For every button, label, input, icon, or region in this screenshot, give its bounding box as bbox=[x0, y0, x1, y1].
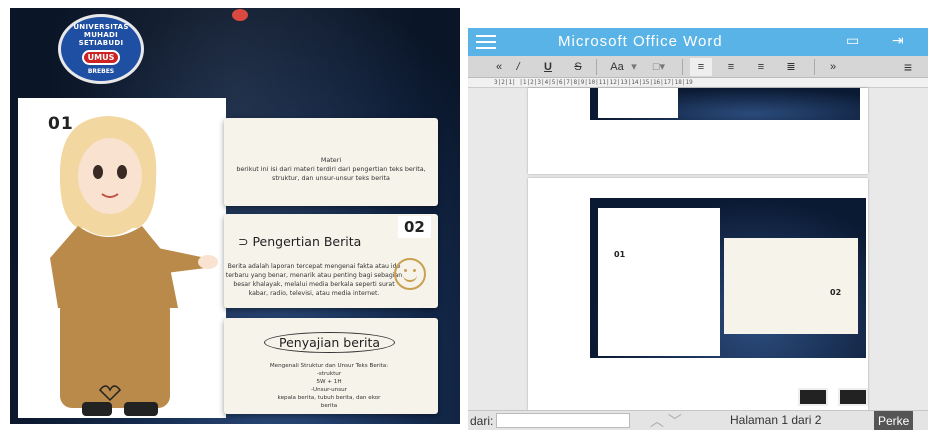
materi-card: Materi berikut ini isi dari materi terdi… bbox=[224, 118, 438, 206]
find-input[interactable] bbox=[496, 413, 630, 428]
penyajian-line: Mengenali Struktur dan Unsur Teks Berita… bbox=[269, 363, 389, 369]
logo-badge: UMUS bbox=[81, 50, 121, 65]
overflow-menu-icon[interactable]: ≡ bbox=[896, 58, 920, 76]
font-button[interactable]: Aa bbox=[606, 58, 628, 76]
find-label: dari: bbox=[470, 414, 494, 428]
underline-button[interactable]: U bbox=[540, 58, 556, 76]
logo-ring-text: UNIVERSITAS MUHADI SETIABUDI bbox=[73, 23, 129, 47]
nav-arrows-icon[interactable]: ︿ ﹀ bbox=[650, 411, 682, 430]
folder-icon[interactable] bbox=[798, 388, 828, 406]
word-app-window: Microsoft Office Word ▭ ⇥ « / U S Aa ▾ □… bbox=[468, 28, 928, 430]
app-title: Microsoft Office Word bbox=[558, 33, 723, 50]
app-title-bar: Microsoft Office Word ▭ ⇥ bbox=[468, 28, 928, 56]
mini-card bbox=[724, 238, 858, 334]
color-dropdown[interactable]: □▾ bbox=[644, 58, 674, 76]
justify-icon[interactable]: ≣ bbox=[780, 58, 802, 76]
menu-icon[interactable] bbox=[476, 35, 496, 49]
teacher-character-illustration bbox=[50, 116, 218, 416]
page-indicator: Halaman 1 dari 2 bbox=[730, 413, 822, 427]
toolbar-divider bbox=[814, 59, 815, 75]
exit-icon[interactable]: ⇥ bbox=[892, 33, 904, 49]
ruler[interactable]: 3|2|1| |1|2|3|4|5|6|7|8|9|10|11|12|13|14… bbox=[468, 78, 928, 88]
toolbar-divider bbox=[596, 59, 597, 75]
pengertian-title: ⊃ Pengertian Berita bbox=[238, 234, 362, 249]
materi-title: Materi bbox=[320, 156, 342, 164]
mail-icon[interactable] bbox=[838, 388, 868, 406]
screen-root: UNIVERSITAS MUHADI SETIABUDI UMUS BREBES… bbox=[0, 0, 928, 430]
page-1-image-panel bbox=[598, 88, 678, 118]
smiley-icon bbox=[394, 258, 426, 290]
penyajian-line: -Unsur-unsur bbox=[311, 387, 347, 393]
penyajian-title: Penyajian berita bbox=[264, 332, 396, 353]
mini-number-01: 01 bbox=[614, 250, 626, 259]
pengertian-title-text: Pengertian Berita bbox=[252, 234, 362, 249]
pengertian-text: Berita adalah laporan tercepat mengenai … bbox=[225, 263, 403, 297]
page-1-image[interactable] bbox=[590, 88, 860, 120]
penyajian-line: berita bbox=[320, 403, 338, 409]
font-dropdown-icon[interactable]: ▾ bbox=[628, 58, 640, 76]
strikethrough-button[interactable]: S bbox=[570, 58, 586, 76]
find-status-bar: dari: ︿ ﹀ Halaman 1 dari 2 Perke bbox=[468, 410, 928, 430]
page-2-image[interactable]: 01 02 bbox=[590, 198, 866, 358]
section-number-01: 01 bbox=[48, 114, 74, 134]
perke-button[interactable]: Perke bbox=[874, 411, 914, 430]
penyajian-line: kepala berita, tubuh berita, dan ekor bbox=[277, 395, 381, 401]
section-number-02: 02 bbox=[398, 216, 431, 238]
toolbar-divider bbox=[682, 59, 683, 75]
toolbar-back-button[interactable]: « bbox=[490, 58, 508, 76]
mini-number-02: 02 bbox=[830, 288, 842, 297]
document-page-1[interactable] bbox=[528, 88, 868, 174]
penyajian-card: Penyajian berita Mengenali Struktur dan … bbox=[224, 318, 438, 414]
view-mode-icon[interactable]: ▭ bbox=[846, 33, 859, 49]
logo-sub-text: BREBES bbox=[87, 68, 115, 75]
penyajian-line: -struktur bbox=[316, 371, 342, 377]
align-center-icon[interactable]: ≡ bbox=[720, 58, 742, 76]
materi-text: berikut ini isi dari materi terdiri dari… bbox=[236, 165, 426, 182]
align-left-icon[interactable]: ≡ bbox=[690, 58, 712, 76]
toolbar-more-button[interactable]: » bbox=[824, 58, 842, 76]
slide-image: UNIVERSITAS MUHADI SETIABUDI UMUS BREBES… bbox=[10, 8, 460, 424]
penyajian-line: 5W + 1H bbox=[316, 379, 342, 385]
ruler-scale: 3|2|1| |1|2|3|4|5|6|7|8|9|10|11|12|13|14… bbox=[494, 79, 693, 86]
penyajian-text: Mengenali Struktur dan Unsur Teks Berita… bbox=[244, 362, 414, 410]
university-logo: UNIVERSITAS MUHADI SETIABUDI UMUS BREBES bbox=[58, 14, 144, 84]
red-dot bbox=[232, 9, 248, 21]
document-page-2[interactable]: 01 02 bbox=[528, 178, 868, 410]
italic-button[interactable]: / bbox=[510, 58, 526, 76]
align-right-icon[interactable]: ≡ bbox=[750, 58, 772, 76]
mini-character-panel bbox=[598, 208, 720, 356]
formatting-toolbar: « / U S Aa ▾ □▾ ≡ ≡ ≡ ≣ » ≡ bbox=[468, 56, 928, 78]
